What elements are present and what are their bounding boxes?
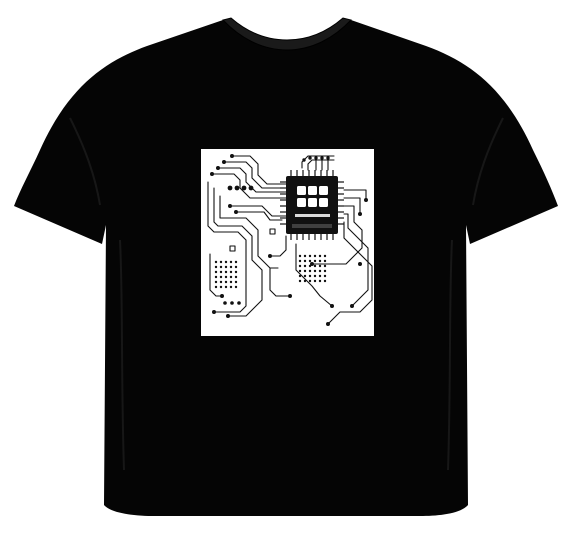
t-shirt-illustration <box>14 17 558 516</box>
processor-chip-icon <box>280 170 344 240</box>
product-photo <box>0 0 573 536</box>
